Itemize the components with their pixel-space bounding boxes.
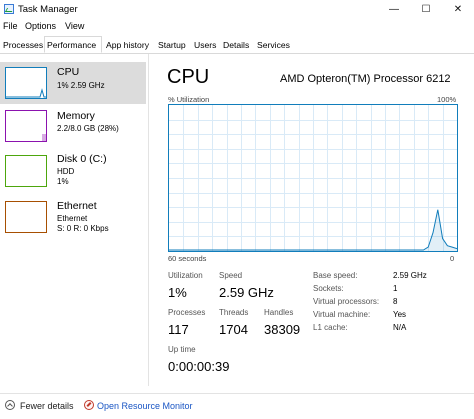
processor-name: AMD Opteron(TM) Processor 6212 xyxy=(280,73,451,85)
uptime-value: 0:00:00:39 xyxy=(168,359,230,374)
task-manager-icon xyxy=(4,4,14,14)
tab-startup[interactable]: Startup xyxy=(156,38,188,52)
cpu-utilization-graph xyxy=(168,104,458,252)
sidebar-item-detail: HDD xyxy=(57,167,75,176)
tab-services[interactable]: Services xyxy=(255,38,292,52)
detail-label: Base speed: xyxy=(313,271,358,280)
threads-value: 1704 xyxy=(219,322,248,337)
sidebar-item-detail: 2.2/8.0 GB (28%) xyxy=(57,124,119,133)
detail-value: N/A xyxy=(393,323,407,332)
fewer-details-link[interactable]: Fewer details xyxy=(20,401,74,411)
speed-value: 2.59 GHz xyxy=(219,285,274,300)
sidebar-item-label: CPU xyxy=(57,66,80,78)
detail-value: 1 xyxy=(393,284,398,293)
sidebar-item-detail-2: 1% xyxy=(57,177,69,186)
ethernet-mini-graph xyxy=(5,201,47,233)
cpu-mini-graph xyxy=(5,67,47,99)
open-resource-monitor-link[interactable]: Open Resource Monitor xyxy=(97,401,193,411)
utilization-value: 1% xyxy=(168,285,187,300)
threads-label: Threads xyxy=(219,308,249,317)
detail-label: Virtual machine: xyxy=(313,310,371,319)
handles-value: 38309 xyxy=(264,322,301,337)
memory-mini-graph xyxy=(5,110,47,142)
detail-label: Sockets: xyxy=(313,284,344,293)
menu-view[interactable]: View xyxy=(65,21,84,31)
sidebar-item-label: Memory xyxy=(57,110,95,122)
tab-processes[interactable]: Processes xyxy=(1,38,45,52)
detail-value: 2.59 GHz xyxy=(393,271,427,280)
sidebar-item-detail: 1% 2.59 GHz xyxy=(57,81,105,90)
graph-x-label: 60 seconds xyxy=(168,254,207,263)
detail-value: Yes xyxy=(393,310,407,319)
cpu-mini-graph-svg xyxy=(6,88,46,98)
menu-options[interactable]: Options xyxy=(25,21,56,31)
menu-file[interactable]: File xyxy=(3,21,18,31)
page-title: CPU xyxy=(167,66,210,88)
minimize-button[interactable]: — xyxy=(378,0,410,19)
detail-value: 8 xyxy=(393,297,398,306)
graph-grid xyxy=(169,105,457,251)
tab-app-history[interactable]: App history xyxy=(104,38,151,52)
sidebar-item-detail: Ethernet xyxy=(57,214,88,223)
processes-label: Processes xyxy=(168,308,206,317)
chevron-up-icon[interactable] xyxy=(5,400,15,410)
tab-performance[interactable]: Performance xyxy=(44,36,102,53)
maximize-button[interactable]: ☐ xyxy=(410,0,442,19)
utilization-label: Utilization xyxy=(168,271,203,280)
handles-label: Handles xyxy=(264,308,294,317)
graph-y-max-label: 100% xyxy=(437,95,457,104)
cpu-graph-svg xyxy=(169,105,457,251)
uptime-label: Up time xyxy=(168,345,196,354)
cpu-mini-line xyxy=(6,88,46,98)
detail-label: L1 cache: xyxy=(313,323,348,332)
graph-x-min-label: 0 xyxy=(450,254,455,263)
graph-y-label: % Utilization xyxy=(168,95,210,104)
window-title: Task Manager xyxy=(18,4,78,15)
tab-users[interactable]: Users xyxy=(192,38,218,52)
speed-label: Speed xyxy=(219,271,243,280)
disk-mini-graph xyxy=(5,155,47,187)
memory-mini-fill xyxy=(42,134,46,141)
sidebar-item-label: Ethernet xyxy=(57,200,97,212)
close-button[interactable]: ✕ xyxy=(442,0,474,19)
processes-value: 117 xyxy=(168,322,189,337)
resource-monitor-icon[interactable] xyxy=(84,400,94,410)
sidebar-item-label: Disk 0 (C:) xyxy=(57,153,107,165)
detail-label: Virtual processors: xyxy=(313,297,380,306)
sidebar-item-detail-2: S: 0 R: 0 Kbps xyxy=(57,224,109,233)
tab-details[interactable]: Details xyxy=(221,38,251,52)
